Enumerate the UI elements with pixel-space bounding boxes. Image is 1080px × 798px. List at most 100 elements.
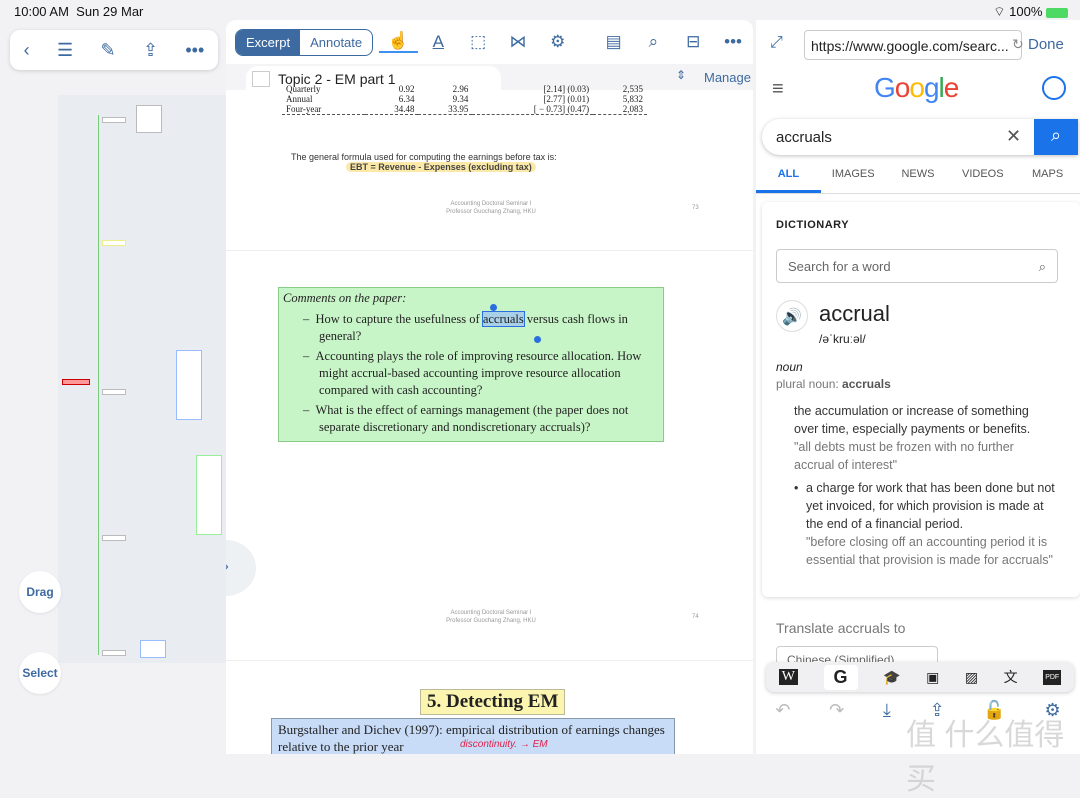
drag-button[interactable]: Drag: [19, 571, 61, 613]
selection-handle-start[interactable]: [490, 304, 497, 311]
table-cell: 0.92: [398, 84, 415, 94]
table-cell: 9.34: [452, 94, 469, 104]
definition-2: • a charge for work that has been done bu…: [794, 481, 1055, 567]
tab-maps[interactable]: MAPS: [1015, 160, 1080, 193]
tab-videos[interactable]: VIDEOS: [950, 160, 1015, 193]
rectangle-select-icon[interactable]: ⬚: [458, 32, 498, 52]
page-footer: Accounting Doctoral Seminar I Professor G…: [446, 201, 536, 215]
table-cell: 2.96: [452, 84, 469, 94]
annotate-tab[interactable]: Annotate: [300, 30, 371, 55]
bullet-2: – Accounting plays the role of improving…: [303, 349, 642, 397]
bookmark-icon[interactable]: ⊟: [673, 32, 713, 52]
excerpt-box[interactable]: Comments on the paper: – How to capture …: [278, 287, 664, 442]
table-row: Four-year 34.48 33.95 [ − 0.73] (0.47) 2,083: [282, 104, 647, 115]
more-icon[interactable]: •••: [185, 40, 204, 61]
search-engine-dock: W G 🎓 ▣ ▨ 文 PDF: [766, 662, 1074, 692]
edit-icon[interactable]: ✎: [101, 40, 116, 61]
reload-icon[interactable]: ↻: [1012, 36, 1024, 53]
google-logo[interactable]: Google: [874, 72, 959, 104]
table-cell: 34.48: [394, 104, 415, 114]
speaker-icon[interactable]: 🔊: [776, 300, 808, 332]
definition-1: the accumulation or increase of somethin…: [794, 404, 1031, 472]
search-icon: ⌕: [1038, 259, 1046, 274]
page-number: 73: [692, 205, 699, 211]
table-cell: [2.14] (0.03): [543, 84, 590, 94]
text-highlight-icon[interactable]: A: [418, 32, 458, 52]
tab-images[interactable]: IMAGES: [821, 160, 886, 193]
plural-noun: plural noun: accruals: [776, 377, 891, 391]
url-field[interactable]: https://www.google.com/searc...: [804, 30, 1022, 60]
search-input[interactable]: accruals: [776, 129, 832, 146]
dictionary-word: accrual: [819, 301, 890, 326]
handwritten-annotation: discontinuity. → EM: [460, 739, 548, 750]
table-cell: 5,832: [622, 94, 643, 104]
clear-icon[interactable]: ✕: [1006, 126, 1021, 147]
image-search-icon[interactable]: ▨: [965, 669, 978, 686]
page-footer: Accounting Doctoral Seminar I Professor G…: [446, 610, 536, 624]
phonetic: /əˈkruːəl/: [819, 332, 866, 346]
slide-title: 5. Detecting EM: [420, 689, 566, 715]
done-button[interactable]: Done: [1028, 36, 1064, 53]
search-tabs: ALL IMAGES NEWS VIDEOS MAPS: [756, 160, 1080, 194]
pointer-tool-icon[interactable]: ☝: [378, 31, 419, 53]
page-74: Comments on the paper: – How to capture …: [226, 250, 753, 650]
back-icon[interactable]: ‹: [24, 40, 30, 61]
formula-highlight[interactable]: EBT = Revenue - Expenses (excluding tax): [346, 162, 536, 172]
pdf-icon[interactable]: PDF: [1043, 669, 1062, 685]
page-75: 5. Detecting EM Burgstalher and Dichev (…: [226, 660, 753, 754]
translate-label: Translate accruals to: [776, 620, 906, 636]
account-icon[interactable]: [1042, 76, 1066, 100]
settings-icon[interactable]: ⚙: [538, 32, 578, 52]
document-toolbar: Excerpt Annotate ☝ A ⬚ ⋈ ⚙ ▤ ⌕ ⊟ •••: [226, 20, 753, 64]
selected-word[interactable]: accruals: [481, 311, 525, 327]
dictionary-translate-icon[interactable]: 文: [1004, 667, 1018, 687]
select-button[interactable]: Select: [19, 652, 61, 694]
page-73: Quarterly 0.92 2.96 [2.14] (0.03) 2,535 Annua…: [226, 84, 753, 248]
mindmap-canvas[interactable]: [58, 95, 226, 663]
google-icon[interactable]: G: [823, 664, 858, 690]
table-cell: 6.34: [398, 94, 415, 104]
redo-icon[interactable]: ↷: [829, 700, 844, 721]
page-number: 74: [692, 614, 699, 620]
bullet-1: – How to capture the usefulness of accru…: [303, 311, 628, 343]
formula-intro: The general formula used for computing t…: [291, 152, 557, 162]
undo-icon[interactable]: ↶: [775, 700, 790, 721]
share-icon[interactable]: ⇪: [143, 40, 158, 61]
document-thumbnail-icon: [252, 71, 270, 87]
scholar-icon[interactable]: 🎓: [883, 669, 900, 686]
table-cell: [2.77] (0.01): [543, 94, 590, 104]
status-battery: ⌔ 100%: [993, 4, 1068, 20]
table-row: Annual 6.34 9.34 [2.77] (0.01) 5,832: [282, 94, 647, 104]
search-icon[interactable]: ⌕: [634, 32, 674, 52]
translate-icon[interactable]: ▣: [926, 669, 939, 686]
document-icon[interactable]: ▤: [594, 32, 634, 52]
dictionary-search-input[interactable]: Search for a word ⌕: [776, 249, 1058, 283]
more-icon[interactable]: •••: [713, 32, 753, 52]
excerpt-tab[interactable]: Excerpt: [236, 29, 301, 55]
table-cell: 2,535: [622, 84, 643, 94]
mindmap-toolbar: ‹ ☰ ✎ ⇪ •••: [10, 30, 218, 70]
mode-segmented-control: Excerpt Annotate: [235, 28, 373, 56]
table-cell: Four-year: [286, 104, 322, 114]
download-icon[interactable]: ⤓: [883, 700, 891, 721]
manage-button[interactable]: Manage: [704, 70, 751, 85]
search-button[interactable]: ⌕: [1034, 119, 1078, 155]
menu-icon[interactable]: ≡: [772, 78, 784, 101]
fullscreen-icon[interactable]: ⤢: [770, 34, 783, 52]
search-box: accruals ✕ ⌕: [762, 119, 1078, 155]
table-cell: [ − 0.73] (0.47): [533, 104, 590, 114]
next-icon: ›: [226, 558, 229, 575]
table-cell: Quarterly: [286, 84, 321, 94]
list-icon[interactable]: ☰: [57, 40, 73, 61]
selection-handle-end[interactable]: [534, 336, 541, 343]
table-cell: 2,083: [622, 104, 643, 114]
lasso-icon[interactable]: ⋈: [498, 32, 538, 52]
dictionary-label: DICTIONARY: [776, 219, 850, 231]
bullet-3: – What is the effect of earnings managem…: [303, 403, 629, 434]
sort-icon[interactable]: ⇕: [676, 68, 686, 82]
status-time: 10:00 AM Sun 29 Mar: [14, 4, 144, 19]
table-cell: Annual: [286, 94, 313, 104]
tab-news[interactable]: NEWS: [886, 160, 951, 193]
tab-all[interactable]: ALL: [756, 160, 821, 193]
wikipedia-icon[interactable]: W: [778, 669, 798, 685]
